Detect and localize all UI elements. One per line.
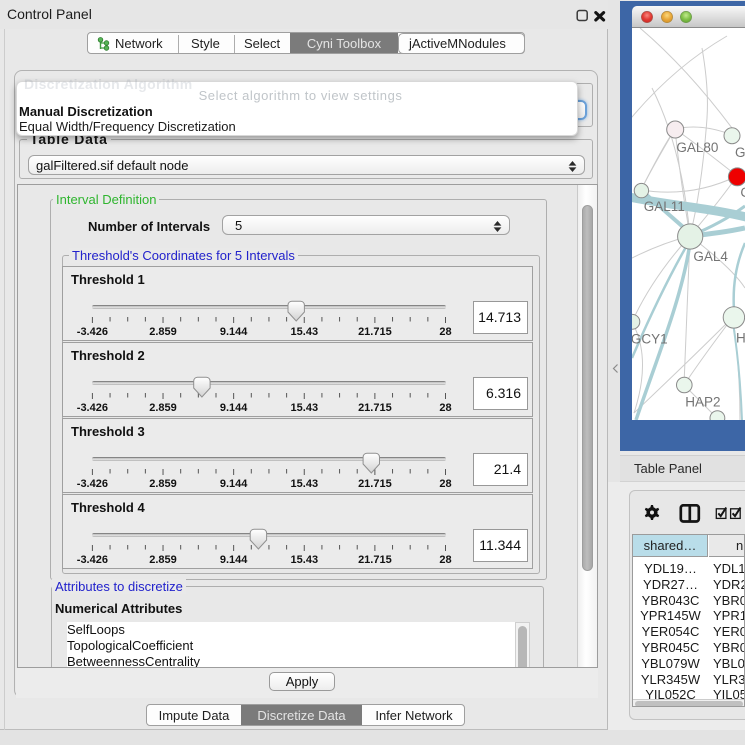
svg-text:GAL11: GAL11 — [644, 199, 685, 214]
svg-text:HAP2: HAP2 — [685, 394, 720, 409]
svg-text:GAL80: GAL80 — [676, 140, 718, 155]
svg-text:CR: CR — [740, 185, 745, 200]
svg-text:H: H — [736, 330, 745, 345]
svg-text:GCY1: GCY1 — [632, 332, 668, 347]
svg-text:GA: GA — [735, 145, 745, 160]
svg-text:GAL4: GAL4 — [693, 249, 728, 264]
